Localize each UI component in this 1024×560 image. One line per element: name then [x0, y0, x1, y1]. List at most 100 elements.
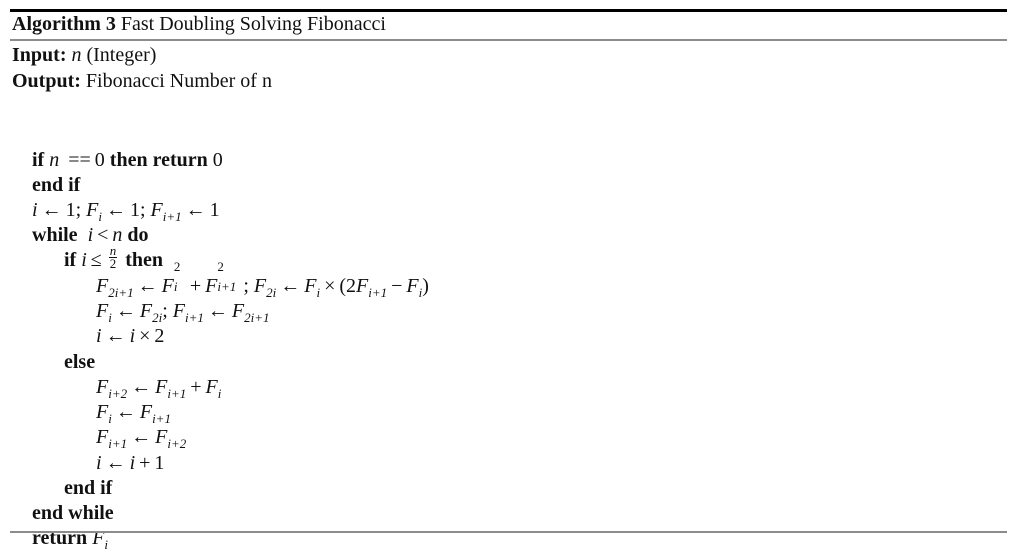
op-times: × — [324, 274, 336, 297]
var-F: F — [356, 274, 369, 297]
paren-open: (2 — [339, 274, 357, 297]
line-update-pair: Fi ← F2i; Fi+1 ← F2i+1 — [96, 299, 270, 325]
sub-i1: i+1 — [162, 208, 182, 224]
val-one: 1 — [154, 451, 165, 474]
op-le: ≤ — [90, 248, 102, 271]
sub-i: i — [217, 385, 222, 401]
sub-i: i — [98, 208, 102, 224]
var-F: F — [406, 274, 419, 297]
op-times: × — [139, 324, 151, 347]
var-F: F — [96, 375, 109, 398]
supsub-i1: 2 i+1 — [217, 260, 243, 294]
sub-i2: i+2 — [167, 435, 187, 451]
val-zero: 0 — [94, 148, 105, 171]
sub-2i: 2i — [266, 284, 277, 300]
line-increment-i: i ← i +1 — [96, 451, 164, 475]
var-F: F — [139, 299, 153, 322]
var-F: F — [304, 274, 317, 297]
sub-i: i — [108, 410, 112, 426]
input-label: Input: — [12, 43, 67, 66]
fraction-n-over-2: n2 — [108, 244, 118, 272]
var-F: F — [155, 425, 168, 448]
kw-end-if: end if — [32, 173, 81, 196]
assign-arrow: ← — [185, 198, 206, 221]
input-var: n — [71, 43, 82, 66]
kw-then: then — [109, 148, 148, 171]
sub-i1: i+1 — [184, 309, 204, 325]
var-F: F — [96, 299, 109, 322]
kw-if: if — [64, 248, 77, 271]
sub-i1: i+1 — [217, 278, 237, 294]
var-i: i — [96, 451, 102, 474]
var-F: F — [96, 274, 109, 297]
output-label: Output: — [12, 69, 81, 92]
algorithm-caption: Algorithm 3 Fast Doubling Solving Fibona… — [10, 12, 1007, 39]
line-end-if-2: end if — [64, 476, 112, 500]
var-F: F — [205, 375, 218, 398]
sub-i: i — [104, 536, 109, 552]
line-doubling-formula: F2i+1 ← F 2 i + F 2 i+1; F2i ← Fi × (2Fi+1− Fi) — [96, 260, 429, 300]
algorithm-body: if n == 0 then return 0 end if i ← 1; Fi ← 1;… — [10, 94, 1007, 551]
op-minus: − — [391, 274, 403, 297]
op-plus: + — [189, 274, 202, 297]
input-desc: (Integer) — [86, 43, 157, 66]
var-F: F — [155, 375, 168, 398]
kw-while: while — [32, 223, 78, 246]
assign-arrow: ← — [131, 375, 152, 398]
algorithm-label: Algorithm 3 — [12, 13, 116, 35]
var-F: F — [172, 299, 185, 322]
line-shift-fi1: Fi+1 ← Fi+2 — [96, 425, 187, 451]
assign-arrow: ← — [137, 274, 158, 297]
ret-zero: 0 — [212, 148, 223, 171]
kw-do: do — [127, 223, 149, 246]
var-F: F — [231, 299, 245, 322]
kw-end-if: end if — [64, 476, 113, 499]
sub-2i1: 2i+1 — [244, 309, 270, 325]
sup-2: 2 — [173, 258, 181, 274]
var-i: i — [96, 324, 102, 347]
var-i: i — [32, 198, 38, 221]
line-init: i ← 1; Fi ← 1; Fi+1 ← 1 — [32, 198, 220, 224]
sub-i1: i+1 — [152, 410, 171, 426]
var-F: F — [92, 526, 105, 549]
semicolon: ; — [162, 299, 168, 322]
assign-arrow: ← — [207, 299, 228, 322]
kw-return: return — [32, 526, 88, 549]
var-F: F — [96, 400, 109, 423]
assign-arrow: ← — [41, 198, 62, 221]
sub-i2: i+2 — [108, 385, 128, 401]
kw-return: return — [152, 148, 208, 171]
var-F: F — [205, 274, 218, 297]
var-n: n — [49, 148, 60, 171]
supsub-i: 2i — [173, 260, 186, 294]
op-plus: + — [139, 451, 151, 474]
var-F: F — [161, 274, 174, 297]
var-i: i — [81, 248, 87, 271]
line-next-fib: Fi+2 ← Fi+1 + Fi — [96, 375, 222, 401]
assign-arrow: ← — [105, 198, 126, 221]
var-F: F — [150, 198, 163, 221]
sub-i: i — [173, 278, 178, 294]
val-one: 1 — [129, 198, 140, 221]
kw-end-while: end while — [32, 501, 114, 524]
line-while: while i < n do — [32, 223, 149, 247]
frac-den: 2 — [109, 256, 117, 272]
paren-close: ) — [422, 274, 429, 297]
output-desc: Fibonacci Number of n — [85, 69, 272, 92]
line-end-if-1: end if — [32, 173, 80, 197]
algorithm-title: Fast Doubling Solving Fibonacci — [120, 13, 386, 35]
assign-arrow: ← — [105, 451, 126, 474]
line-shift-fi: Fi ← Fi+1 — [96, 400, 171, 426]
sub-2i1: 2i+1 — [108, 284, 134, 300]
line-double-i: i ← i × 2 — [96, 324, 164, 348]
line-else: else — [64, 350, 95, 374]
line-if-n-zero: if n == 0 then return 0 — [32, 148, 223, 172]
sub-i1: i+1 — [108, 435, 128, 451]
kw-if: if — [32, 148, 45, 171]
kw-then: then — [125, 248, 164, 271]
sub-i1: i+1 — [368, 284, 388, 300]
output-line: Output: Fibonacci Number of n — [12, 68, 1007, 94]
sub-i1: i+1 — [167, 385, 187, 401]
line-if-half: if i ≤ n 2 then — [64, 244, 164, 274]
bottom-rule — [10, 531, 1007, 533]
